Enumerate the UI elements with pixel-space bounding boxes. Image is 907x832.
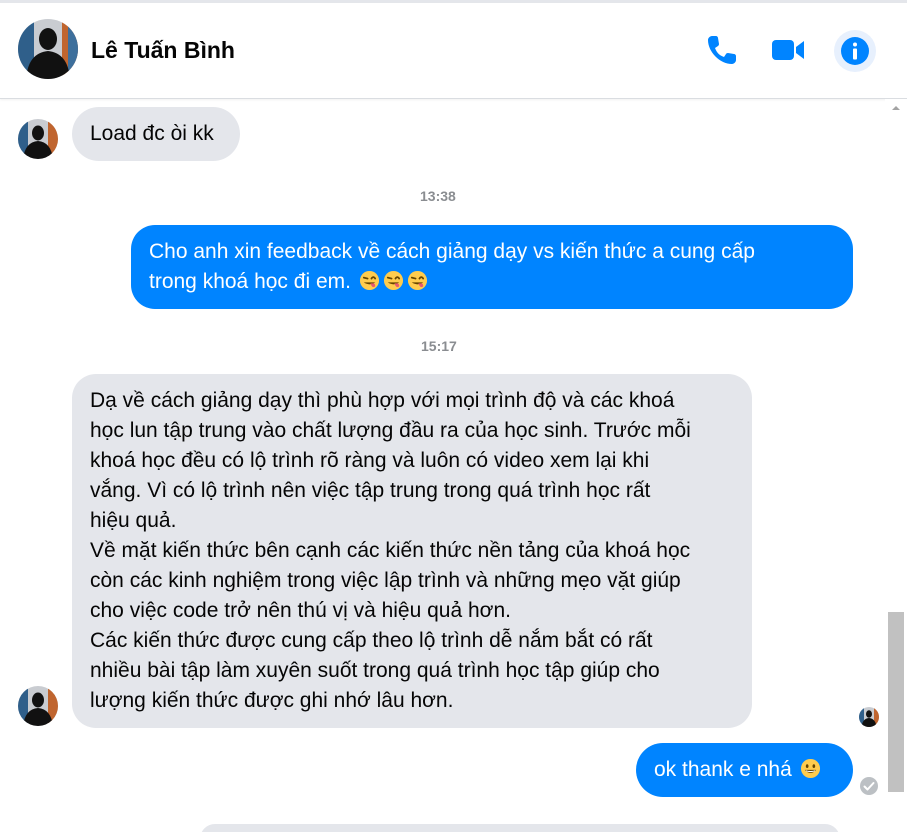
message-text-line: hiệu quả. — [90, 509, 177, 532]
sent-check-icon — [860, 777, 878, 795]
seen-indicator-avatar — [859, 707, 879, 727]
messenger-window: Lê Tuấn Bình Load đc òi kk 13:38 Cho anh… — [0, 0, 907, 832]
message-text-line: Về mặt kiến thức bên cạnh các kiến thức … — [90, 539, 691, 562]
message-text-line: Dạ về cách giảng dạy thì phù hợp với mọi… — [90, 389, 675, 412]
timestamp: 13:38 — [420, 188, 456, 204]
message-text-line: còn các kinh nghiệm trong việc lập trình… — [90, 569, 681, 592]
message-bubble-outgoing[interactable]: Cho anh xin feedback về cách giảng dạy v… — [131, 225, 853, 309]
winking-tongue-emoji — [383, 270, 403, 291]
message-text-line: khoá học đều có lộ trình rõ ràng và luôn… — [90, 449, 650, 472]
message-text-line: ok thank e nhá — [654, 755, 835, 785]
message-text-line: Cho anh xin feedback về cách giảng dạy v… — [149, 240, 755, 263]
contact-avatar[interactable] — [18, 19, 78, 79]
winking-tongue-emoji — [359, 270, 379, 291]
message-thread[interactable]: Load đc òi kk 13:38 Cho anh xin feedback… — [0, 99, 907, 832]
scrollbar-thumb[interactable] — [888, 612, 904, 792]
message-text: Load đc òi kk — [90, 122, 214, 145]
grinning-emoji — [800, 758, 820, 779]
message-text-line: vắng. Vì có lộ trình nên việc tập trung … — [90, 479, 651, 502]
message-text-line: nhiều bài tập làm xuyên suốt trong quá t… — [90, 659, 660, 682]
winking-tongue-emoji — [407, 270, 427, 291]
message-text-line: cho việc code trở nên thú vị và hiệu quả… — [90, 599, 511, 622]
message-bubble-outgoing[interactable]: ok thank e nhá — [636, 743, 853, 797]
message-bubble-incoming[interactable]: Dạ về cách giảng dạy thì phù hợp với mọi… — [72, 374, 752, 728]
message-text-line: trong khoá học đi em. — [149, 267, 835, 297]
contact-name[interactable]: Lê Tuấn Bình — [91, 37, 235, 64]
sender-avatar[interactable] — [18, 686, 58, 726]
conversation-header: Lê Tuấn Bình — [0, 3, 907, 99]
message-bubble-incoming-partial[interactable] — [200, 824, 840, 832]
phone-icon[interactable] — [702, 30, 742, 70]
timestamp: 15:17 — [421, 338, 457, 354]
message-text-line: Các kiến thức được cung cấp theo lộ trìn… — [90, 629, 653, 652]
sender-avatar[interactable] — [18, 119, 58, 159]
message-text-line: lượng kiến thức được ghi nhớ lâu hơn. — [90, 689, 454, 712]
message-text-line: học lun tập trung vào chất lượng đầu ra … — [90, 419, 691, 442]
info-icon[interactable] — [834, 30, 876, 72]
message-bubble-incoming[interactable]: Load đc òi kk — [72, 107, 240, 161]
scroll-up-arrow-icon[interactable] — [888, 101, 904, 115]
video-call-icon[interactable] — [768, 30, 808, 70]
